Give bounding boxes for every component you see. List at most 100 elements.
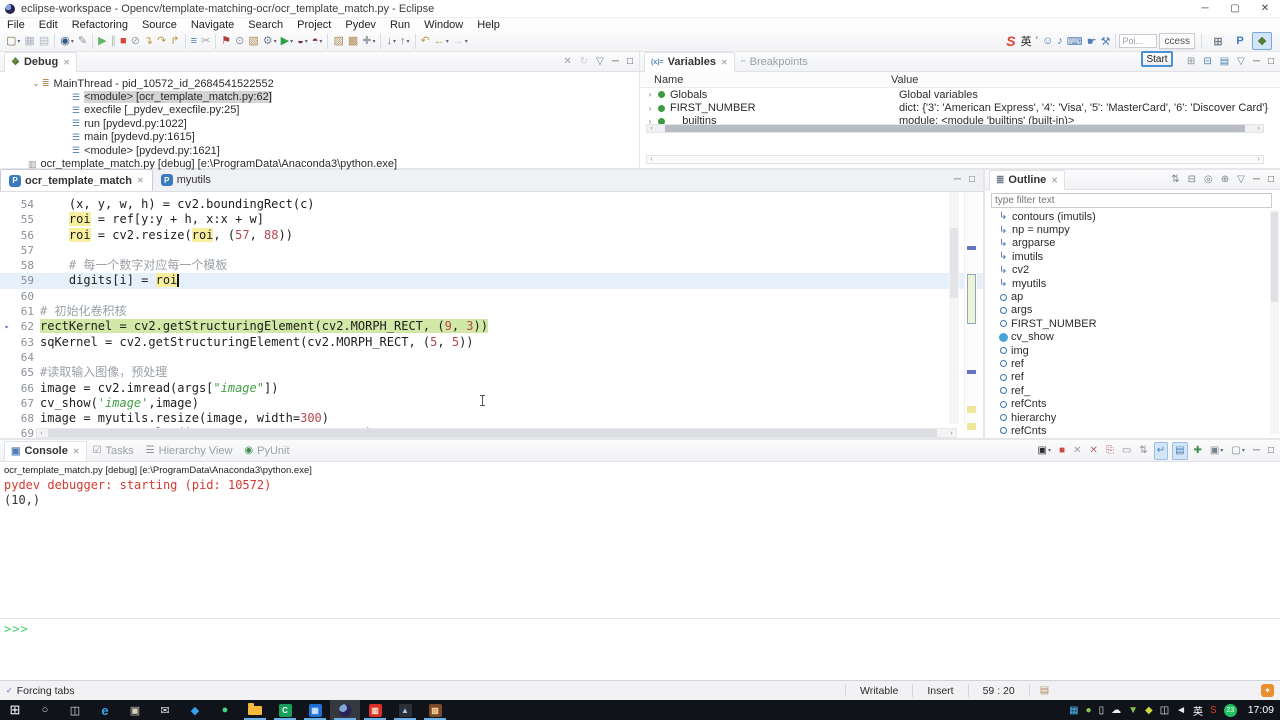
edge-button[interactable]: e	[90, 700, 120, 720]
breakpoint-marker[interactable]	[967, 370, 976, 374]
close-icon[interactable]: ✕	[63, 58, 70, 67]
overview-ruler[interactable]	[964, 192, 977, 430]
ime-emoji-button[interactable]: ☺	[1042, 35, 1053, 47]
code-line[interactable]: 67 cv_show('image',image)	[0, 396, 983, 411]
outline-filter-input[interactable]	[991, 193, 1272, 208]
debug-tree-row[interactable]: ☰ <module> [pydevd.py:1621]	[0, 144, 639, 157]
display-selected-button[interactable]: ▢ ▾	[1229, 442, 1246, 460]
open-package-button[interactable]: ▩	[346, 32, 360, 50]
debug-tree-row[interactable]: ☰ main [pydevd.py:1615]	[0, 131, 639, 144]
view-menu-button[interactable]: ▽	[1235, 53, 1247, 71]
variable-row[interactable]: › FIRST_NUMBER dict: {'3': 'American Expre…	[640, 101, 1280, 114]
tray-diamond-icon[interactable]: ◆	[1145, 705, 1153, 716]
debug-tree-row[interactable]: ☰ execfile [_pydev_execfile.py:25]	[0, 104, 639, 117]
previous-annotation-button[interactable]: ↑ ▾	[398, 32, 412, 50]
next-annotation-button[interactable]: ↓ ▾	[384, 32, 398, 50]
focus-button[interactable]: ◎	[1202, 171, 1215, 189]
code-line[interactable]: 63 sqKernel = cv2.getStructuringElement(c…	[0, 335, 983, 350]
viewport-marker[interactable]	[967, 274, 976, 324]
sort-button[interactable]: ⇅	[1169, 171, 1181, 189]
view-menu-button[interactable]: ▽	[1235, 171, 1247, 189]
new-button[interactable]: ▢ ▾	[4, 32, 22, 50]
maximize-button[interactable]: □	[969, 174, 975, 185]
collapse-all-button[interactable]: ⊟	[1186, 171, 1198, 189]
remove-all-launches-button[interactable]: ✕	[1087, 442, 1099, 460]
outline-item[interactable]: refCnts	[985, 424, 1280, 437]
run-button[interactable]: ▶ ▾	[279, 32, 295, 50]
reconnect-button[interactable]: ↻	[578, 53, 590, 71]
scroll-left-icon[interactable]: ‹	[647, 156, 656, 163]
remove-terminated-button[interactable]: ✕	[561, 53, 573, 71]
chevron-right-icon[interactable]: ›	[644, 104, 656, 113]
menu-item-source[interactable]: Source	[135, 19, 184, 31]
save-button[interactable]: ▦	[22, 32, 36, 50]
outline-item[interactable]: ↳ imutils	[985, 250, 1280, 263]
minimize-button[interactable]: ─	[954, 174, 961, 185]
outline-item[interactable]: ↳ contours (imutils)	[985, 210, 1280, 223]
chevron-right-icon[interactable]: ›	[644, 90, 656, 99]
breakpoint-types-button[interactable]: ✂	[199, 32, 212, 50]
mail-button[interactable]: ✉	[150, 700, 180, 720]
clear-console-button[interactable]: ▭	[1120, 442, 1133, 460]
photos-button[interactable]: ▲	[390, 700, 420, 720]
open-type-button[interactable]: ▨	[331, 32, 345, 50]
external-tools-button[interactable]: ⚙ ▾	[261, 32, 279, 50]
tray-app-green-icon[interactable]: ●	[1086, 705, 1092, 716]
tab-variables[interactable]: (x)= Variables ✕	[644, 51, 735, 72]
maximize-button[interactable]: ▢	[1220, 0, 1250, 17]
mark-occurrences-button[interactable]: ✎	[76, 32, 89, 50]
open-console-button[interactable]: ▣ ▾	[1208, 442, 1225, 460]
open-perspective-button[interactable]: ⊞	[1208, 32, 1228, 50]
menu-item-file[interactable]: File	[0, 19, 32, 31]
disconnect-button[interactable]: ⊘	[129, 32, 142, 50]
variables-bottom-scrollbar[interactable]: ‹ ›	[646, 155, 1264, 164]
menu-item-run[interactable]: Run	[383, 19, 417, 31]
chevron-down-icon[interactable]: ⌄	[30, 79, 42, 88]
forward-button[interactable]: → ▾	[451, 32, 470, 50]
menu-item-navigate[interactable]: Navigate	[184, 19, 241, 31]
terminate-button[interactable]: ■	[118, 32, 129, 50]
code-line[interactable]: 68 image = myutils.resize(image, width=30…	[0, 411, 983, 426]
outline-item[interactable]: img	[985, 344, 1280, 357]
debug-perspective-button[interactable]: ❖	[1252, 32, 1272, 50]
code-area[interactable]: 54 (x, y, w, h) = cv2.boundingRect(c) 55 ro…	[0, 192, 983, 438]
view-menu-button[interactable]: ▽	[594, 53, 606, 71]
word-wrap-button[interactable]: ↵	[1153, 441, 1169, 460]
quick-access-input[interactable]	[1119, 34, 1158, 48]
ime-toolbox-button[interactable]: ⚒	[1101, 35, 1111, 48]
debug-tree-row[interactable]: ☰ run [pydevd.py:1022]	[0, 117, 639, 130]
resume-button[interactable]: ▶	[96, 32, 108, 50]
menu-item-project[interactable]: Project	[290, 19, 338, 31]
pin-editor-button[interactable]: ✚ ▾	[360, 32, 377, 50]
print-button[interactable]: ▤	[37, 32, 51, 50]
app-green-button[interactable]: ●	[210, 700, 240, 720]
task-view-button[interactable]: ◫	[60, 700, 90, 720]
code-line[interactable]: 58 # 每一个数字对应每一个模板	[0, 258, 983, 273]
close-button[interactable]: ✕	[1250, 0, 1280, 17]
menu-item-edit[interactable]: Edit	[32, 19, 65, 31]
copy-console-button[interactable]: ⎘	[1104, 442, 1116, 460]
close-icon[interactable]: ✕	[137, 176, 144, 185]
open-resource-button[interactable]: ▧	[246, 32, 260, 50]
scroll-left-icon[interactable]: ‹	[37, 430, 46, 437]
app-c-button[interactable]: C	[270, 700, 300, 720]
occurrence-marker[interactable]	[967, 423, 976, 430]
outline-item[interactable]: FIRST_NUMBER	[985, 317, 1280, 330]
code-line[interactable]: 55 roi = ref[y:y + h, x:x + w]	[0, 212, 983, 227]
minimize-button[interactable]: ─	[1251, 442, 1262, 460]
tab-ocr-template-match[interactable]: Pocr_template_match ✕	[0, 169, 153, 191]
code-line[interactable]: 64	[0, 350, 983, 365]
tray-shield-icon[interactable]: ▼	[1128, 705, 1138, 716]
code-line[interactable]: 59 digits[i] = roi	[0, 273, 983, 289]
tab-pyunit[interactable]: ◉ PyUnit	[238, 441, 295, 461]
remove-launch-button[interactable]: ✕	[1071, 442, 1083, 460]
outline-item[interactable]: ap	[985, 290, 1280, 303]
tray-usb-icon[interactable]: ▯	[1099, 705, 1105, 716]
close-icon[interactable]: ✕	[721, 58, 728, 67]
maximize-button[interactable]: □	[625, 53, 635, 71]
tray-app-blue-icon[interactable]: ▦	[1069, 705, 1078, 716]
app-paint-button[interactable]: ▧	[420, 700, 450, 720]
code-line[interactable]: 57	[0, 243, 983, 258]
tray-cloud-icon[interactable]: ☁	[1111, 705, 1121, 716]
editor-vscrollbar[interactable]	[949, 192, 959, 424]
